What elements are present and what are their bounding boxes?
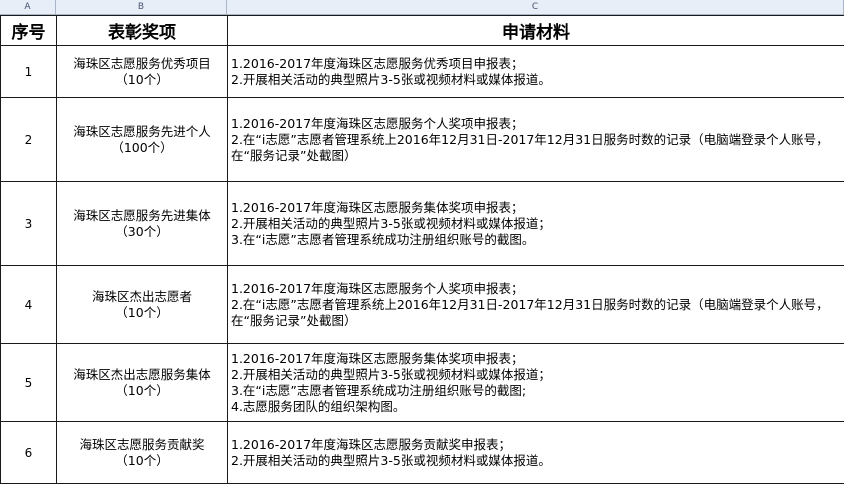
- award-cell[interactable]: 海珠区志愿服务先进集体 （30个）: [56, 181, 228, 266]
- material-item: 1.2016-2017年度海珠区志愿服务贡献奖申报表；: [231, 436, 512, 452]
- column-header-a[interactable]: A: [0, 0, 56, 15]
- table-header-row: 序号 表彰奖项 申请材料: [0, 15, 844, 46]
- column-header-c[interactable]: C: [227, 0, 844, 15]
- award-name: 海珠区志愿服务先进个人: [73, 123, 211, 139]
- award-cell[interactable]: 海珠区志愿服务先进个人 （100个）: [56, 97, 228, 182]
- award-count: （100个）: [111, 139, 173, 155]
- award-name: 海珠区杰出志愿者: [91, 288, 192, 304]
- column-header-b[interactable]: B: [56, 0, 227, 15]
- material-item: 2.开展相关活动的典型照片3-5张或视频材料或媒体报道。: [231, 452, 551, 468]
- row-no[interactable]: 4: [0, 265, 57, 344]
- material-item: 1.2016-2017年度海珠区志愿服务集体奖项申报表；: [231, 199, 524, 215]
- material-item: 2.在“i志愿”志愿者管理系统上2016年12月31日-2017年12月31日服…: [231, 296, 829, 328]
- material-item: 1.2016-2017年度海珠区志愿服务优秀项目申报表；: [231, 55, 524, 71]
- row-no[interactable]: 1: [0, 45, 57, 98]
- row-no[interactable]: 5: [0, 343, 57, 422]
- award-name: 海珠区杰出志愿服务集体: [73, 366, 211, 382]
- table-row: 4 海珠区杰出志愿者 （10个） 1.2016-2017年度海珠区志愿服务个人奖…: [0, 265, 844, 344]
- award-count: （10个）: [115, 382, 169, 398]
- award-cell[interactable]: 海珠区杰出志愿服务集体 （10个）: [56, 343, 228, 422]
- award-name: 海珠区志愿服务优秀项目: [73, 55, 211, 71]
- material-item: 2.开展相关活动的典型照片3-5张或视频材料或媒体报道；: [231, 215, 551, 231]
- header-materials[interactable]: 申请材料: [227, 15, 844, 46]
- award-cell[interactable]: 海珠区志愿服务优秀项目 （10个）: [56, 45, 228, 98]
- award-count: （10个）: [115, 452, 169, 468]
- material-item: 1.2016-2017年度海珠区志愿服务个人奖项申报表；: [231, 280, 524, 296]
- row-no[interactable]: 6: [0, 421, 57, 484]
- award-name: 海珠区志愿服务贡献奖: [79, 436, 205, 452]
- header-award[interactable]: 表彰奖项: [56, 15, 228, 46]
- materials-cell[interactable]: 1.2016-2017年度海珠区志愿服务个人奖项申报表； 2.在“i志愿”志愿者…: [227, 265, 844, 344]
- materials-cell[interactable]: 1.2016-2017年度海珠区志愿服务贡献奖申报表； 2.开展相关活动的典型照…: [227, 421, 844, 484]
- material-item: 2.开展相关活动的典型照片3-5张或视频材料或媒体报道；: [231, 366, 551, 382]
- material-item: 3.在“i志愿”志愿者管理系统成功注册组织账号的截图;: [231, 382, 527, 398]
- award-count: （10个）: [115, 304, 169, 320]
- row-no[interactable]: 3: [0, 181, 57, 266]
- award-cell[interactable]: 海珠区志愿服务贡献奖 （10个）: [56, 421, 228, 484]
- material-item: 1.2016-2017年度海珠区志愿服务集体奖项申报表；: [231, 350, 524, 366]
- award-materials-table: 序号 表彰奖项 申请材料 1 海珠区志愿服务优秀项目 （10个） 1.2016-…: [0, 15, 844, 484]
- materials-cell[interactable]: 1.2016-2017年度海珠区志愿服务集体奖项申报表； 2.开展相关活动的典型…: [227, 181, 844, 266]
- material-item: 1.2016-2017年度海珠区志愿服务个人奖项申报表；: [231, 115, 524, 131]
- table-row: 1 海珠区志愿服务优秀项目 （10个） 1.2016-2017年度海珠区志愿服务…: [0, 45, 844, 98]
- table-row: 5 海珠区杰出志愿服务集体 （10个） 1.2016-2017年度海珠区志愿服务…: [0, 343, 844, 422]
- award-count: （10个）: [115, 71, 169, 87]
- material-item: 3.在“i志愿”志愿者管理系统成功注册组织账号的截图。: [231, 231, 535, 247]
- award-count: （30个）: [115, 223, 169, 239]
- table-row: 6 海珠区志愿服务贡献奖 （10个） 1.2016-2017年度海珠区志愿服务贡…: [0, 421, 844, 484]
- materials-cell[interactable]: 1.2016-2017年度海珠区志愿服务个人奖项申报表； 2.在“i志愿”志愿者…: [227, 97, 844, 182]
- materials-cell[interactable]: 1.2016-2017年度海珠区志愿服务优秀项目申报表； 2.开展相关活动的典型…: [227, 45, 844, 98]
- award-cell[interactable]: 海珠区杰出志愿者 （10个）: [56, 265, 228, 344]
- material-item: 2.在“i志愿”志愿者管理系统上2016年12月31日-2017年12月31日服…: [231, 131, 829, 163]
- table-row: 2 海珠区志愿服务先进个人 （100个） 1.2016-2017年度海珠区志愿服…: [0, 97, 844, 182]
- material-item: 2.开展相关活动的典型照片3-5张或视频材料或媒体报道。: [231, 71, 551, 87]
- award-name: 海珠区志愿服务先进集体: [73, 207, 211, 223]
- table-row: 3 海珠区志愿服务先进集体 （30个） 1.2016-2017年度海珠区志愿服务…: [0, 181, 844, 266]
- material-item: 4.志愿服务团队的组织架构图。: [231, 398, 406, 414]
- materials-cell[interactable]: 1.2016-2017年度海珠区志愿服务集体奖项申报表； 2.开展相关活动的典型…: [227, 343, 844, 422]
- header-no[interactable]: 序号: [0, 15, 57, 46]
- row-no[interactable]: 2: [0, 97, 57, 182]
